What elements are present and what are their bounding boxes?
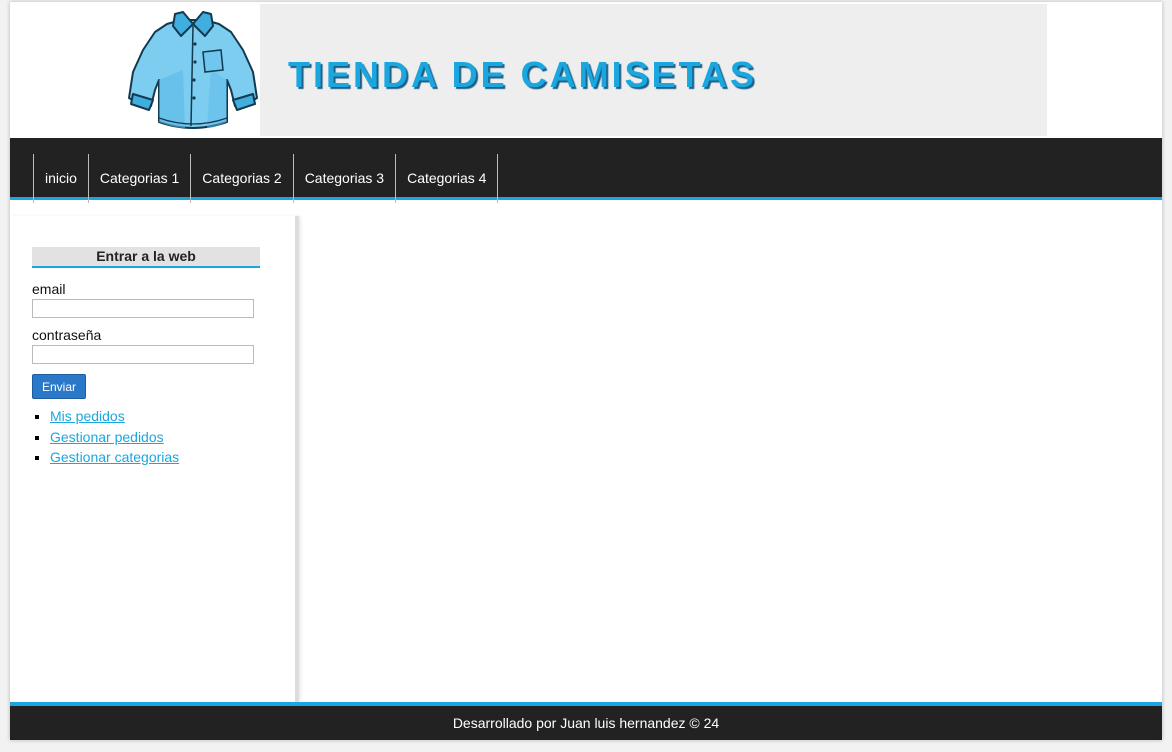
nav-link-categorias-1[interactable]: Categorias 1 <box>89 154 190 203</box>
site-title: TIENDA DE CAMISETAS <box>288 54 758 95</box>
nav-link-categorias-4[interactable]: Categorias 4 <box>396 154 497 203</box>
nav-link-inicio[interactable]: inicio <box>34 154 88 203</box>
nav-link-categorias-2[interactable]: Categorias 2 <box>191 154 292 203</box>
list-item: Gestionar categorias <box>50 447 179 468</box>
nav-item-categorias-2: Categorias 2 <box>191 154 294 203</box>
shirt-icon <box>128 11 258 129</box>
nav-item-categorias-3: Categorias 3 <box>294 154 397 203</box>
main-navigation: inicio Categorias 1 Categorias 2 Categor… <box>10 138 1162 203</box>
footer: Desarrollado por Juan luis hernandez © 2… <box>10 702 1162 740</box>
nav-item-categorias-1: Categorias 1 <box>89 154 192 203</box>
list-item: Gestionar pedidos <box>50 427 179 448</box>
password-field[interactable] <box>32 345 254 364</box>
page-container: TIENDA DE CAMISETAS inicio Categorias 1 … <box>10 2 1162 740</box>
nav-menu: inicio Categorias 1 Categorias 2 Categor… <box>33 154 499 203</box>
email-field[interactable] <box>32 299 254 318</box>
user-links-list: Mis pedidos Gestionar pedidos Gestionar … <box>32 406 179 468</box>
my-orders-link[interactable]: Mis pedidos <box>50 408 125 424</box>
password-label: contraseña <box>32 327 102 343</box>
nav-link-categorias-3[interactable]: Categorias 3 <box>294 154 395 203</box>
manage-categories-link[interactable]: Gestionar categorias <box>50 449 179 465</box>
footer-credit: Desarrollado por Juan luis hernandez © 2… <box>452 715 720 731</box>
login-heading: Entrar a la web <box>32 247 260 268</box>
list-item: Mis pedidos <box>50 406 179 427</box>
title-banner: TIENDA DE CAMISETAS <box>260 4 1047 136</box>
nav-item-categorias-4: Categorias 4 <box>396 154 499 203</box>
sidebar: Entrar a la web email contraseña Enviar … <box>10 216 299 702</box>
submit-button[interactable]: Enviar <box>32 374 86 399</box>
header: TIENDA DE CAMISETAS <box>10 2 1162 138</box>
nav-item-inicio: inicio <box>34 154 89 203</box>
manage-orders-link[interactable]: Gestionar pedidos <box>50 429 164 445</box>
email-label: email <box>32 281 66 297</box>
